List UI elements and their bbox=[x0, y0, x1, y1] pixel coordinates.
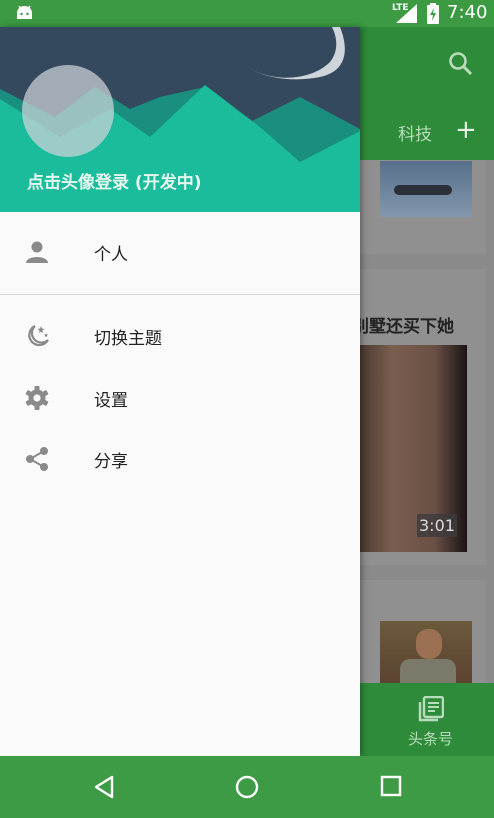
login-prompt[interactable]: 点击头像登录 (开发中) bbox=[27, 168, 201, 193]
home-icon[interactable] bbox=[235, 775, 259, 799]
news-thumbnail bbox=[380, 621, 472, 685]
news-thumbnail bbox=[380, 161, 472, 217]
search-icon[interactable] bbox=[448, 51, 474, 77]
android-notification-icon bbox=[17, 5, 32, 20]
navigation-drawer: 点击头像登录 (开发中) 个人 切换主题 设置 分享 bbox=[0, 27, 360, 756]
moon-stars-icon bbox=[28, 325, 49, 347]
drawer-item-label: 个人 bbox=[94, 245, 128, 265]
news-list-icon[interactable] bbox=[418, 696, 444, 722]
drawer-header: 点击头像登录 (开发中) bbox=[0, 27, 360, 212]
drawer-item-settings[interactable]: 设置 bbox=[0, 370, 360, 428]
gear-icon bbox=[25, 386, 49, 410]
drawer-item-share[interactable]: 分享 bbox=[0, 431, 360, 489]
drawer-item-label: 切换主题 bbox=[94, 329, 162, 349]
drawer-item-label: 设置 bbox=[94, 391, 128, 411]
recents-icon[interactable] bbox=[380, 775, 402, 797]
add-tab-button[interactable]: + bbox=[455, 117, 477, 143]
video-duration-badge: 3:01 bbox=[417, 514, 457, 537]
share-icon bbox=[26, 447, 48, 471]
screen: LTE 7:40 科技 + 别墅还买下她 3:01 头条号 点击头像登录 (开发… bbox=[0, 0, 494, 818]
person-icon bbox=[26, 241, 48, 263]
avatar[interactable] bbox=[22, 65, 114, 157]
battery-charging-icon bbox=[427, 3, 439, 24]
drawer-item-personal[interactable]: 个人 bbox=[0, 224, 360, 282]
divider bbox=[0, 294, 360, 295]
clock: 7:40 bbox=[447, 2, 488, 23]
bottom-tab-label: 头条号 bbox=[408, 730, 454, 748]
status-bar: LTE 7:40 bbox=[0, 0, 494, 27]
system-navigation-bar bbox=[0, 756, 494, 818]
tab-category[interactable]: 科技 bbox=[398, 120, 432, 145]
news-headline: 别墅还买下她 bbox=[352, 317, 454, 337]
back-icon[interactable] bbox=[93, 775, 115, 799]
signal-icon bbox=[396, 4, 417, 23]
drawer-item-switch-theme[interactable]: 切换主题 bbox=[0, 308, 360, 366]
drawer-item-label: 分享 bbox=[94, 452, 128, 472]
